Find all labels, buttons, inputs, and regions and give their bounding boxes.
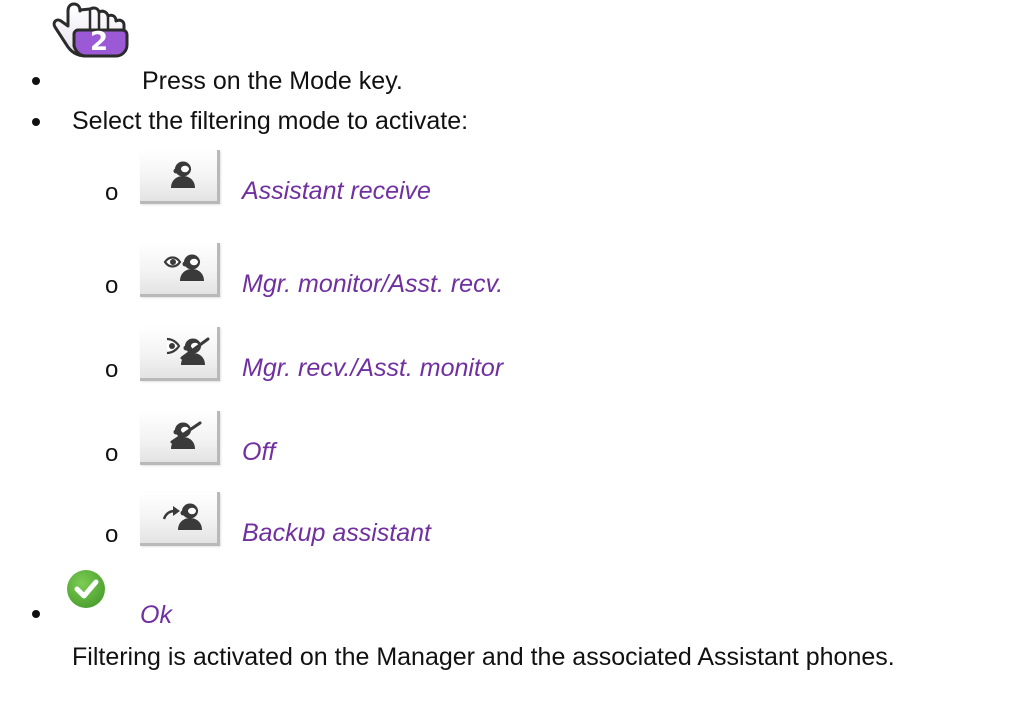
mode-label-backup-assistant: Backup assistant [242, 519, 431, 547]
ok-label: Ok [140, 601, 172, 629]
mode-label-mgr-recv: Mgr. recv./Asst. monitor [242, 354, 504, 382]
sub-bullet: o [105, 440, 119, 467]
ok-check-icon [67, 570, 105, 608]
sub-bullet: o [105, 356, 119, 383]
backup-assistant-key[interactable] [140, 492, 220, 546]
result-text: Filtering is activated on the Manager an… [72, 643, 895, 671]
hand-badge-number: 2 [90, 27, 109, 57]
mode-label-mgr-monitor: Mgr. monitor/Asst. recv. [242, 270, 504, 298]
ok-check-button[interactable] [62, 565, 110, 613]
filtering-off-icon [170, 421, 202, 449]
assistant-monitor-key[interactable] [140, 327, 220, 381]
assistant-receive-key[interactable] [140, 150, 220, 204]
sub-bullet: o [105, 521, 119, 548]
bullet [32, 77, 40, 85]
step-text-select-mode: Select the filtering mode to activate: [72, 107, 469, 135]
step-text-press-mode-key: Press on the Mode key. [142, 67, 403, 95]
assistant-monitor-icon [166, 337, 210, 365]
assistant-receive-icon [171, 161, 195, 188]
sub-bullet: o [105, 272, 119, 299]
bullet [32, 118, 40, 126]
mode-label-assistant-receive: Assistant receive [242, 177, 431, 205]
hand-pointer-2-icon: 2 [28, 0, 138, 62]
manager-monitor-key[interactable] [140, 243, 220, 297]
filtering-off-key[interactable] [140, 411, 220, 465]
mode-label-off: Off [242, 438, 276, 466]
bullet [32, 610, 40, 618]
backup-assistant-icon [162, 503, 202, 530]
sub-bullet: o [105, 179, 119, 206]
manager-monitor-icon [163, 254, 204, 281]
